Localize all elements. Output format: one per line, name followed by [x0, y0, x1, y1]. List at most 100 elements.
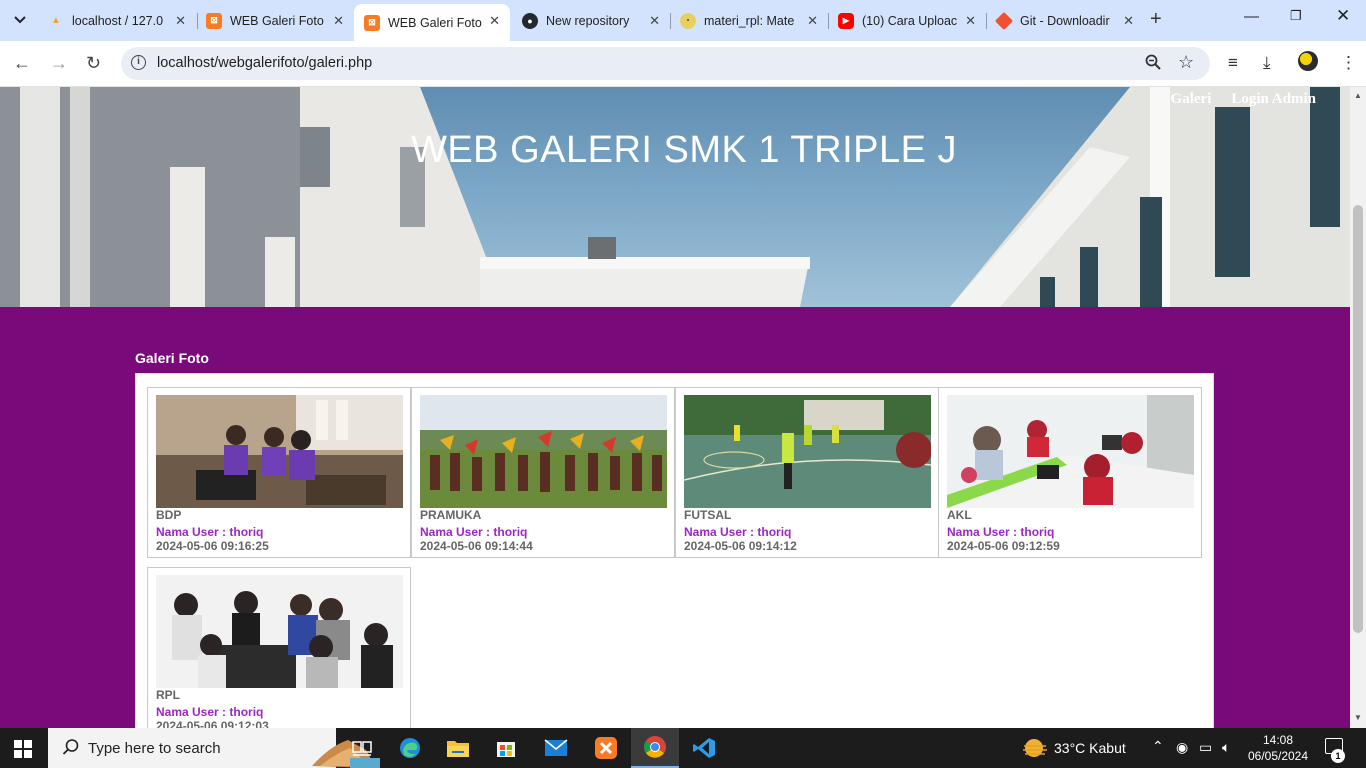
gallery-panel: BDP Nama User : thoriq 2024-05-06 09:16:…: [135, 373, 1214, 728]
photo-card[interactable]: PRAMUKA Nama User : thoriq 2024-05-06 09…: [411, 387, 675, 558]
url-text[interactable]: localhost/webgalerifoto/galeri.php: [157, 55, 372, 71]
restore-button[interactable]: ❐: [1290, 8, 1302, 24]
tab-github[interactable]: ● New repository ✕: [512, 4, 670, 37]
photo-user: Nama User : thoriq: [684, 525, 792, 539]
photo-date: 2024-05-06 09:14:12: [684, 539, 797, 553]
clock-time: 14:08: [1262, 733, 1294, 747]
forward-button[interactable]: →: [50, 53, 68, 74]
network-icon[interactable]: ▭: [1199, 739, 1212, 756]
download-icon[interactable]: ⤓: [1263, 53, 1271, 73]
minimize-button[interactable]: —: [1244, 8, 1259, 25]
clock-date: 06/05/2024: [1247, 749, 1309, 763]
menu-kebab-icon[interactable]: ⋮: [1340, 53, 1357, 73]
chrome-icon[interactable]: [631, 728, 679, 768]
tray-chevron-up-icon[interactable]: ⌃: [1152, 738, 1164, 755]
meet-now-icon[interactable]: ◉: [1176, 739, 1188, 756]
new-tab-button[interactable]: +: [1150, 8, 1162, 31]
phpmyadmin-icon: ▲: [51, 15, 61, 26]
nav-login-admin-link[interactable]: Login Admin: [1231, 91, 1316, 108]
tab-phpmyadmin[interactable]: ▲ localhost / 127.0 ✕: [38, 4, 196, 37]
scroll-down-arrow-icon[interactable]: ▼: [1354, 713, 1362, 722]
taskbar-clock[interactable]: 14:08 06/05/2024: [1246, 732, 1310, 764]
hero-banner: Galeri Login Admin WEB GALERI SMK 1 TRIP…: [0, 87, 1350, 307]
github-icon: ●: [522, 12, 538, 29]
weather-text[interactable]: 33°C Kabut: [1054, 740, 1126, 756]
windows-taskbar: Type here to search 33°C Kabut ⌃ ◉ ▭ 🔈︎ …: [0, 728, 1366, 768]
youtube-icon: ▶: [838, 12, 854, 29]
scrollbar-thumb[interactable]: [1353, 205, 1363, 633]
media-control-icon[interactable]: ≡: [1228, 53, 1238, 73]
file-icon: •: [680, 12, 696, 29]
close-tab-icon[interactable]: ✕: [489, 13, 500, 29]
chevron-down-icon: [14, 16, 26, 24]
photo-card[interactable]: BDP Nama User : thoriq 2024-05-06 09:16:…: [147, 387, 411, 558]
photo-user: Nama User : thoriq: [156, 525, 264, 539]
photo-thumbnail[interactable]: [420, 395, 667, 508]
tab-search-button[interactable]: [8, 8, 32, 32]
photo-card[interactable]: RPL Nama User : thoriq 2024-05-06 09:12:…: [147, 567, 411, 728]
browser-toolbar: ← → ↻ i localhost/webgalerifoto/galeri.p…: [0, 41, 1366, 87]
edge-browser-icon[interactable]: [386, 728, 434, 768]
photo-title: RPL: [156, 688, 180, 702]
building-photo: [0, 87, 1350, 307]
page-scrollbar[interactable]: ▲ ▼: [1350, 87, 1366, 728]
zoom-icon[interactable]: [1145, 54, 1161, 75]
photo-title: PRAMUKA: [420, 508, 482, 522]
close-tab-icon[interactable]: ✕: [333, 13, 344, 29]
tab-strip: ▲ localhost / 127.0 ✕ ⊠ WEB Galeri Foto …: [0, 0, 1366, 41]
tab-materi-rpl[interactable]: • materi_rpl: Mate ✕: [670, 4, 828, 37]
top-nav: Galeri Login Admin: [1171, 91, 1316, 108]
taskbar-search-box[interactable]: Type here to search: [48, 728, 380, 768]
windows-start-button[interactable]: [14, 740, 32, 758]
xampp-icon: ⊠: [364, 14, 380, 31]
page-viewport: Galeri Login Admin WEB GALERI SMK 1 TRIP…: [0, 87, 1350, 728]
scroll-up-arrow-icon[interactable]: ▲: [1354, 91, 1362, 100]
photo-thumbnail[interactable]: [684, 395, 931, 508]
task-view-icon[interactable]: [338, 728, 386, 768]
photo-card[interactable]: AKL Nama User : thoriq 2024-05-06 09:12:…: [938, 387, 1202, 558]
close-tab-icon[interactable]: ✕: [807, 13, 818, 29]
profile-avatar[interactable]: [1298, 51, 1318, 71]
photo-date: 2024-05-06 09:14:44: [420, 539, 533, 553]
close-tab-icon[interactable]: ✕: [1123, 13, 1134, 29]
microsoft-store-icon[interactable]: [482, 728, 530, 768]
photo-title: BDP: [156, 508, 182, 522]
close-tab-icon[interactable]: ✕: [965, 13, 976, 29]
xampp-icon: ⊠: [206, 12, 222, 29]
section-title: Galeri Foto: [135, 350, 209, 366]
reload-button[interactable]: ↻: [86, 53, 101, 74]
weather-icon[interactable]: [1022, 737, 1048, 762]
photo-user: Nama User : thoriq: [156, 705, 264, 719]
photo-date: 2024-05-06 09:16:25: [156, 539, 269, 553]
photo-user: Nama User : thoriq: [420, 525, 528, 539]
back-button[interactable]: ←: [13, 53, 31, 74]
vscode-icon[interactable]: [680, 728, 728, 768]
photo-date: 2024-05-06 09:12:03: [156, 719, 269, 728]
nav-galeri-link[interactable]: Galeri: [1171, 91, 1212, 108]
tab-git[interactable]: Git - Downloadir ✕: [986, 4, 1144, 37]
photo-title: AKL: [947, 508, 972, 522]
site-info-icon[interactable]: i: [131, 55, 146, 70]
photo-title: FUTSAL: [684, 508, 732, 522]
photo-user: Nama User : thoriq: [947, 525, 1055, 539]
volume-icon[interactable]: 🔈︎: [1222, 739, 1230, 756]
tab-web-galeri-active[interactable]: ⊠ WEB Galeri Foto ✕: [354, 4, 510, 41]
site-title: WEB GALERI SMK 1 TRIPLE J: [410, 129, 958, 171]
notification-badge: 1: [1331, 749, 1345, 763]
photo-date: 2024-05-06 09:12:59: [947, 539, 1060, 553]
close-tab-icon[interactable]: ✕: [649, 13, 660, 29]
tab-web-galeri-1[interactable]: ⊠ WEB Galeri Foto ✕: [196, 4, 354, 37]
tab-youtube[interactable]: ▶ (10) Cara Uploac ✕: [828, 4, 986, 37]
bookmark-star-icon[interactable]: ☆: [1178, 52, 1194, 73]
file-explorer-icon[interactable]: [434, 728, 482, 768]
mail-icon[interactable]: [532, 728, 580, 768]
photo-thumbnail[interactable]: [156, 575, 403, 688]
photo-thumbnail[interactable]: [156, 395, 403, 508]
close-window-button[interactable]: ✕: [1336, 6, 1350, 26]
photo-thumbnail[interactable]: [947, 395, 1194, 508]
git-icon: [994, 11, 1014, 30]
close-tab-icon[interactable]: ✕: [175, 13, 186, 29]
photo-card[interactable]: FUTSAL Nama User : thoriq 2024-05-06 09:…: [675, 387, 939, 558]
xampp-icon[interactable]: [582, 728, 630, 768]
address-bar[interactable]: i localhost/webgalerifoto/galeri.php ☆: [121, 47, 1210, 80]
